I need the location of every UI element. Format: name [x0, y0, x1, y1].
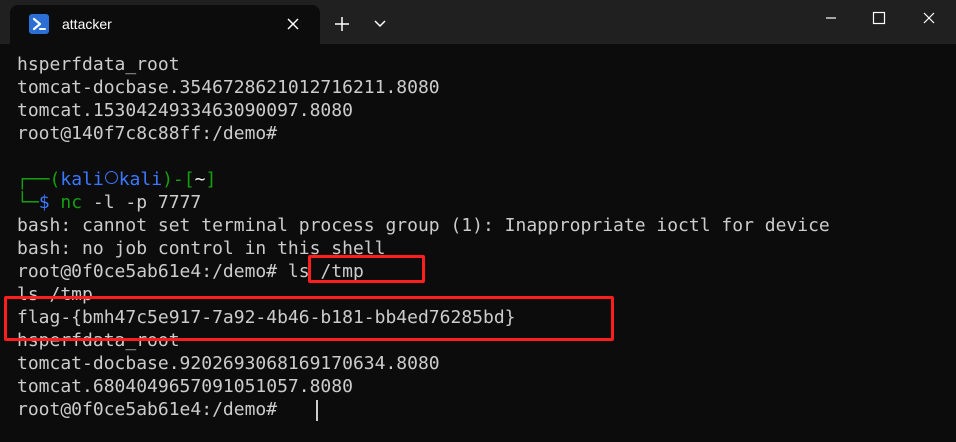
terminal-line: root@140f7c8c88ff:/demo#	[17, 123, 278, 144]
close-icon[interactable]	[906, 0, 952, 36]
command-highlight-box	[308, 255, 425, 283]
terminal-line: tomcat-docbase.3546728621012716211.8080	[17, 77, 440, 98]
kali-prompt-top: ┌──(kali kali)-[~]	[17, 169, 217, 190]
text-cursor	[316, 400, 318, 421]
new-tab-icon[interactable]	[326, 10, 358, 38]
chevron-down-icon[interactable]	[365, 10, 395, 38]
flag-highlight-box	[4, 296, 614, 341]
terminal-line: hsperfdata_root	[17, 54, 180, 75]
terminal-line: tomcat-docbase.9202693068169170634.8080	[17, 353, 440, 374]
kali-logo-icon	[104, 171, 118, 184]
shell-prompt: root@0f0ce5ab61e4:/demo#	[17, 261, 278, 282]
terminal-window: attacker hsperfdata_root tomcat-docbase.…	[0, 0, 956, 442]
terminal-line: bash: cannot set terminal process group …	[17, 215, 830, 236]
terminal-line: tomcat.6804049657091051057.8080	[17, 376, 353, 397]
terminal-output[interactable]: hsperfdata_root tomcat-docbase.354672862…	[0, 44, 956, 442]
maximize-icon[interactable]	[856, 0, 902, 36]
tab-attacker[interactable]: attacker	[10, 5, 320, 44]
title-bar: attacker	[0, 0, 956, 44]
powershell-icon	[29, 14, 49, 34]
terminal-line: tomcat.1530424933463090097.8080	[17, 100, 353, 121]
minimize-icon[interactable]	[808, 0, 854, 36]
tab-title: attacker	[62, 16, 112, 32]
final-prompt: root@0f0ce5ab61e4:/demo#	[17, 399, 278, 420]
kali-prompt-bottom: └─$ nc -l -p 7777	[17, 192, 202, 213]
close-tab-icon[interactable]	[283, 14, 303, 34]
